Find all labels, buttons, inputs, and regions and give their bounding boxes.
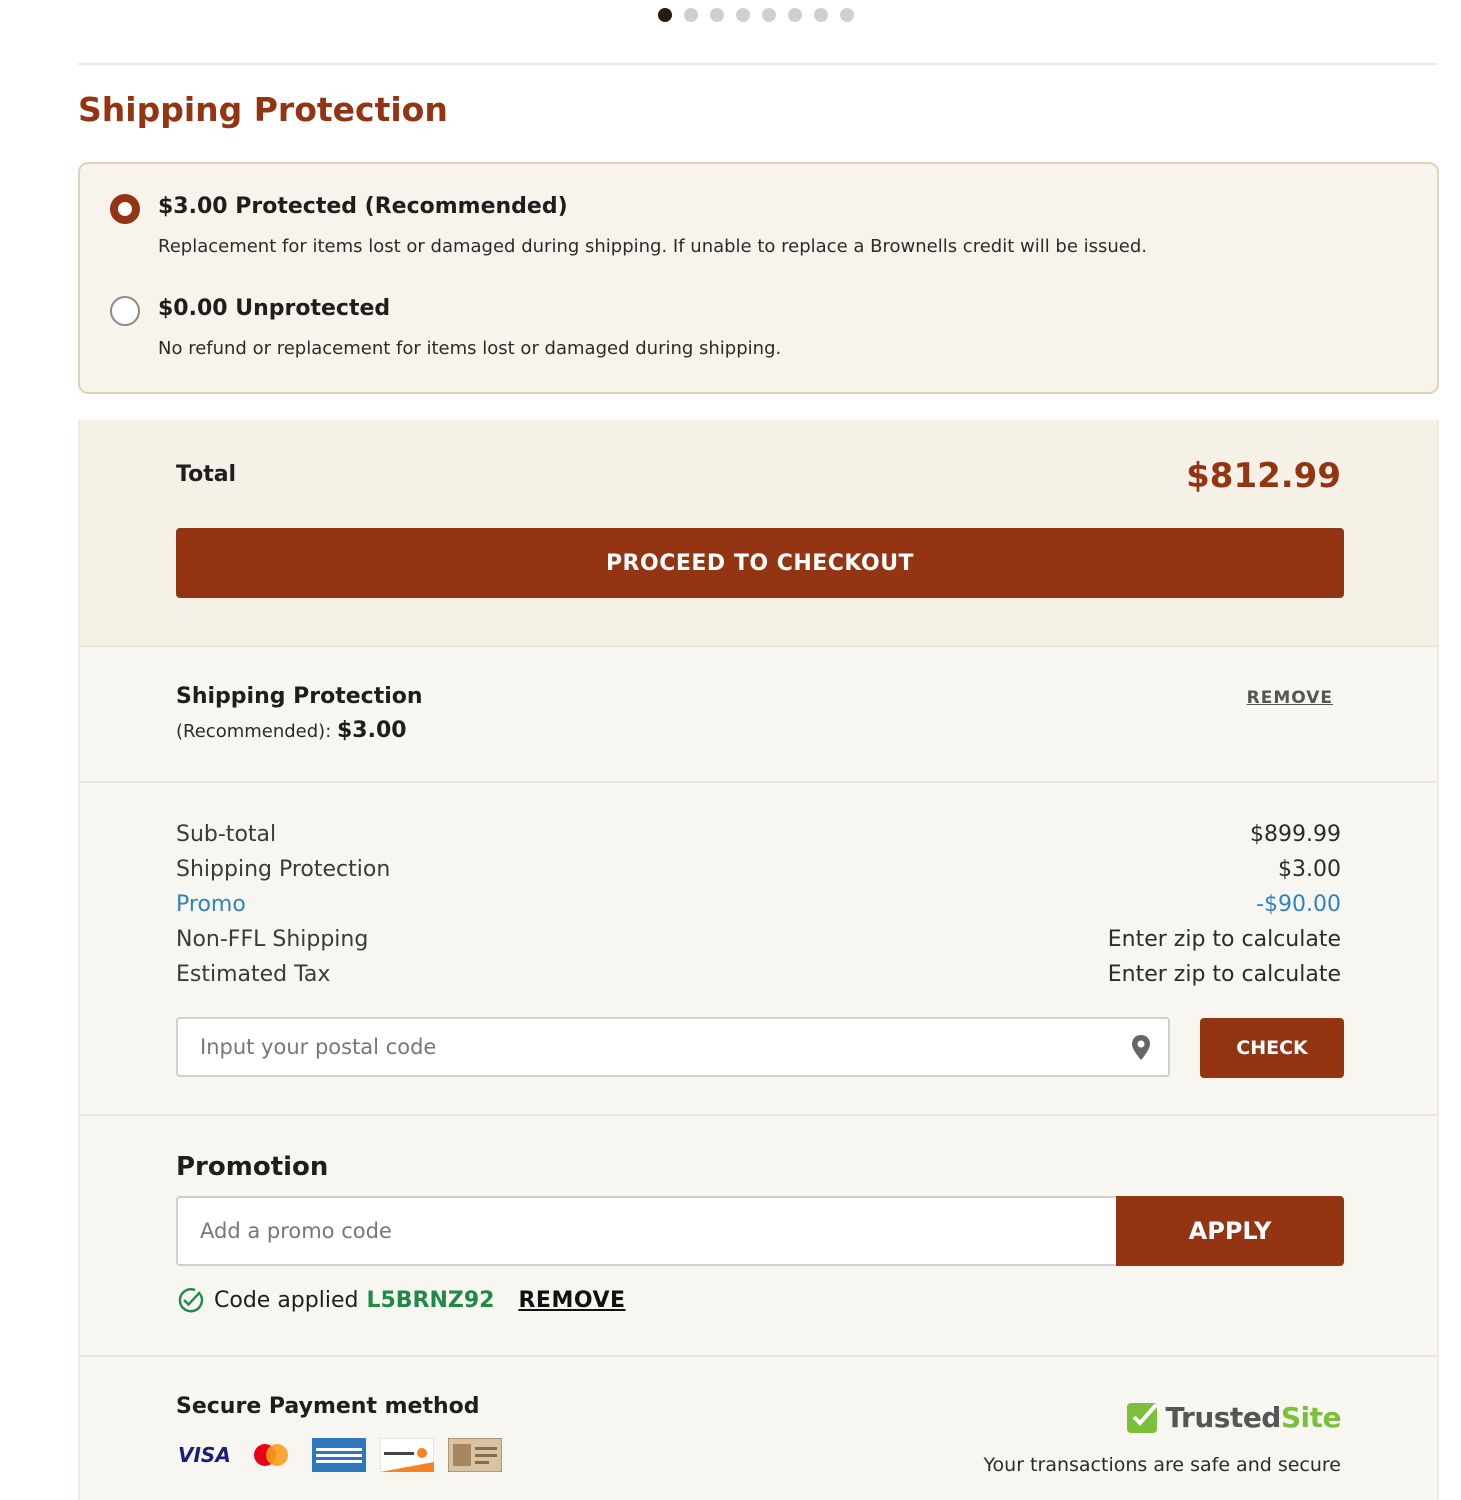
check-postal-button[interactable]: CHECK bbox=[1200, 1018, 1344, 1078]
carousel-dot[interactable] bbox=[684, 8, 698, 22]
mastercard-icon bbox=[244, 1438, 298, 1472]
amex-icon bbox=[312, 1438, 366, 1472]
trustedsite-badge[interactable]: TrustedSite bbox=[1126, 1400, 1342, 1434]
trusted-prefix: Trusted bbox=[1165, 1400, 1282, 1434]
unprotected-radio[interactable] bbox=[110, 296, 140, 326]
protection-line-title: Shipping Protection bbox=[176, 684, 423, 709]
applied-promo-code: L5BRNZ92 bbox=[366, 1287, 495, 1313]
visa-icon: VISA bbox=[176, 1438, 230, 1472]
unprotected-option-description: No refund or replacement for items lost … bbox=[158, 338, 782, 359]
estimated-tax-label: Estimated Tax bbox=[176, 962, 331, 987]
discover-icon bbox=[380, 1438, 434, 1472]
carousel-dot[interactable] bbox=[658, 8, 672, 22]
proceed-to-checkout-button[interactable]: PROCEED TO CHECKOUT bbox=[176, 528, 1344, 598]
carousel-dot[interactable] bbox=[710, 8, 724, 22]
check-circle-icon bbox=[178, 1288, 204, 1313]
carousel-dot[interactable] bbox=[840, 8, 854, 22]
carousel-dot[interactable] bbox=[788, 8, 802, 22]
subtotal-label: Sub-total bbox=[176, 822, 277, 847]
code-applied-text: Code applied bbox=[214, 1287, 359, 1313]
protected-option-title[interactable]: $3.00 Protected (Recommended) bbox=[158, 194, 568, 219]
postal-code-input[interactable] bbox=[176, 1017, 1170, 1077]
apply-promo-button[interactable]: APPLY bbox=[1116, 1196, 1344, 1266]
protection-label: Shipping Protection bbox=[176, 857, 391, 882]
remove-promo-link[interactable]: REMOVE bbox=[518, 1288, 625, 1313]
protection-value: $3.00 bbox=[1278, 857, 1341, 882]
promo-applied-status: Code applied L5BRNZ92 REMOVE bbox=[176, 1286, 626, 1314]
promo-code-input[interactable] bbox=[176, 1196, 1118, 1266]
trusted-suffix: Site bbox=[1280, 1400, 1342, 1434]
divider bbox=[80, 781, 1437, 783]
carousel-dot[interactable] bbox=[762, 8, 776, 22]
protected-option-description: Replacement for items lost or damaged du… bbox=[158, 236, 1148, 257]
protected-radio[interactable] bbox=[110, 194, 140, 224]
total-value: $812.99 bbox=[1186, 456, 1341, 496]
divider bbox=[80, 1355, 1437, 1357]
promotion-heading: Promotion bbox=[176, 1152, 329, 1182]
carousel-dots bbox=[658, 8, 854, 22]
promo-value: -$90.00 bbox=[1256, 892, 1341, 917]
svg-text:VISA: VISA bbox=[178, 1443, 230, 1467]
section-divider bbox=[78, 63, 1438, 65]
location-pin-icon bbox=[1132, 1035, 1150, 1060]
remove-protection-link[interactable]: REMOVE bbox=[1247, 688, 1333, 708]
order-summary: Total $812.99 PROCEED TO CHECKOUT Shippi… bbox=[78, 420, 1439, 1500]
non-ffl-shipping-label: Non-FFL Shipping bbox=[176, 927, 369, 952]
divider bbox=[80, 645, 1437, 647]
protection-line-price: $3.00 bbox=[337, 718, 407, 743]
secure-transactions-text: Your transactions are safe and secure bbox=[983, 1454, 1341, 1476]
estimated-tax-value: Enter zip to calculate bbox=[1107, 962, 1341, 987]
total-label: Total bbox=[176, 462, 237, 487]
divider bbox=[80, 1114, 1437, 1116]
protection-line-sub-label: (Recommended): bbox=[176, 721, 337, 742]
secure-payment-heading: Secure Payment method bbox=[176, 1394, 480, 1419]
shipping-protection-heading: Shipping Protection bbox=[78, 90, 448, 129]
subtotal-value: $899.99 bbox=[1250, 822, 1341, 847]
promo-label: Promo bbox=[176, 892, 246, 917]
payment-methods: VISA bbox=[176, 1438, 502, 1472]
carousel-dot[interactable] bbox=[814, 8, 828, 22]
non-ffl-shipping-value: Enter zip to calculate bbox=[1107, 927, 1341, 952]
protection-line-subtitle: (Recommended): $3.00 bbox=[176, 718, 407, 743]
carousel-dot[interactable] bbox=[736, 8, 750, 22]
trustedsite-wordmark: TrustedSite bbox=[1166, 1401, 1342, 1434]
trusted-check-icon bbox=[1126, 1403, 1157, 1433]
shipping-protection-options: $3.00 Protected (Recommended) Replacemen… bbox=[78, 162, 1439, 394]
unprotected-option-title[interactable]: $0.00 Unprotected bbox=[158, 296, 390, 321]
gift-card-icon bbox=[448, 1438, 502, 1472]
